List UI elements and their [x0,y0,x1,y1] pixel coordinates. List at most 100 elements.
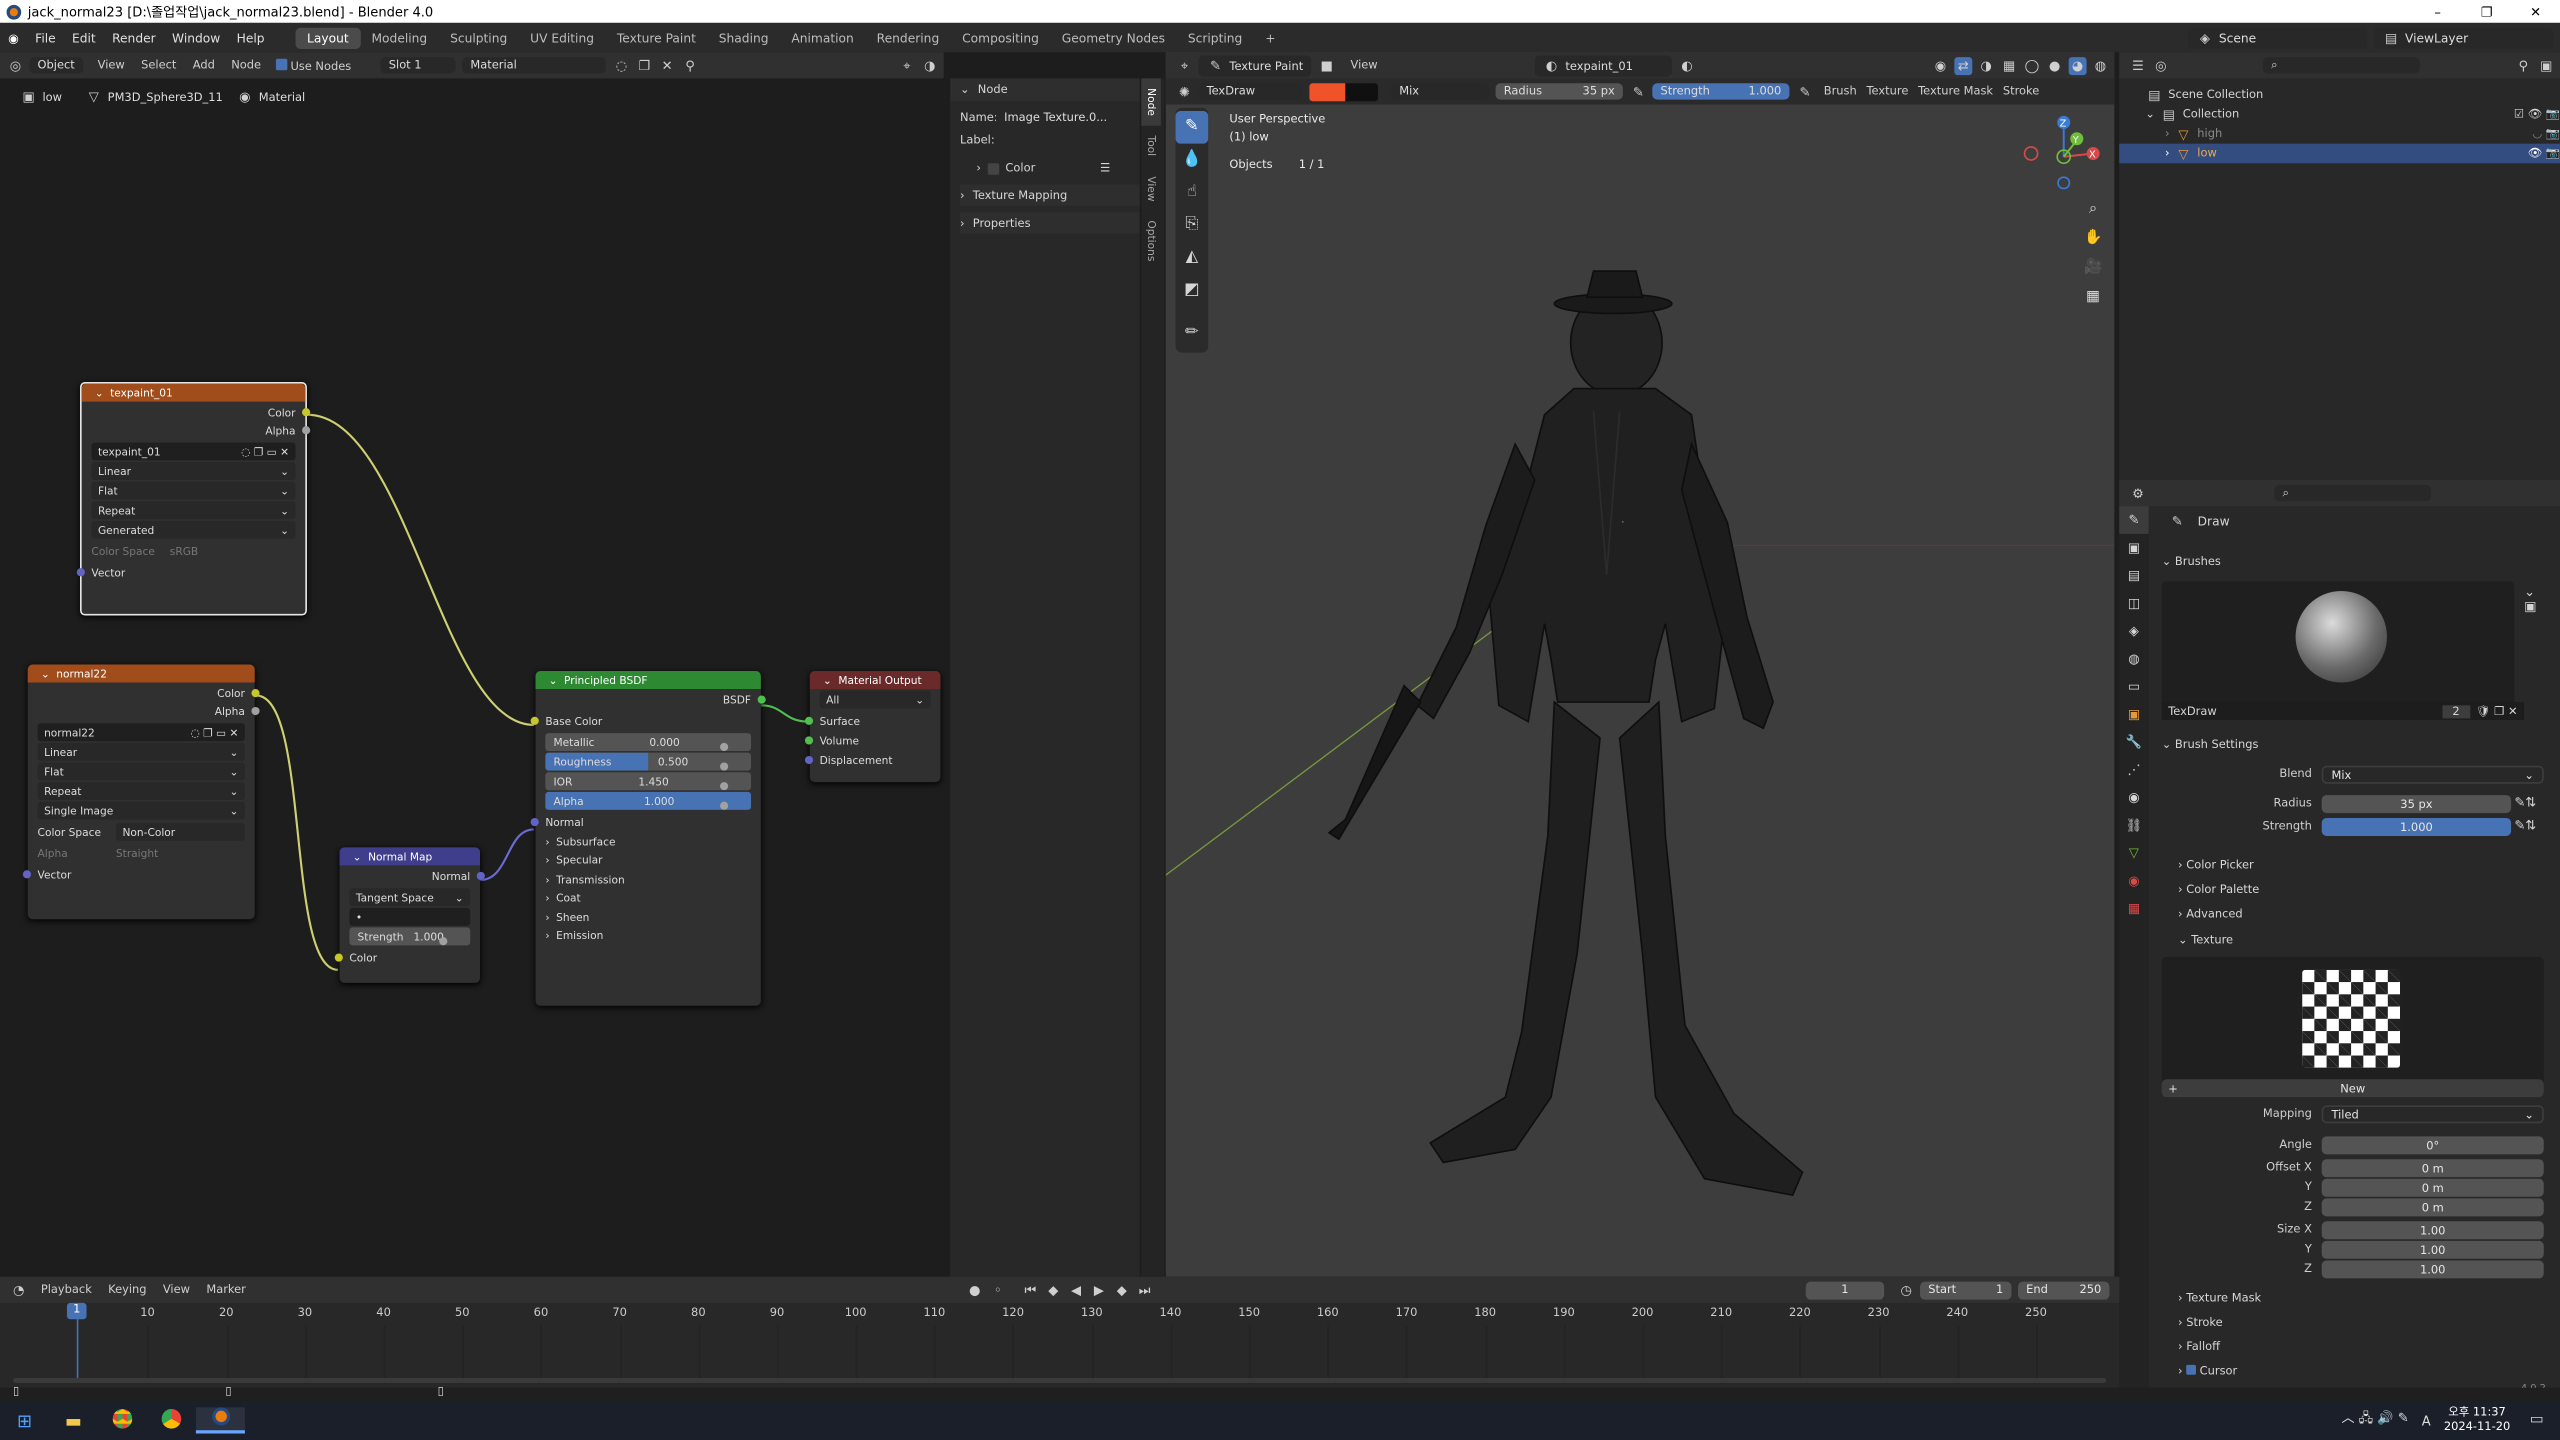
cursor-section[interactable]: › Cursor [2178,1364,2237,1378]
playhead[interactable]: 1 [66,1302,87,1320]
brushes-panel-header[interactable]: ⌄ Brushes [2162,555,2221,568]
outliner-item-high[interactable]: › ▽ high ◡ 📷 [2119,124,2560,144]
render-tab-icon[interactable]: ▣ [2119,534,2148,562]
offset-y-field[interactable]: 0 m [2321,1178,2544,1197]
jump-end-icon[interactable]: ⏭ [1136,1281,1154,1299]
texture-mapping-section[interactable]: › Texture Mapping [960,184,1140,206]
display-mode-icon[interactable]: ◎ [2152,56,2170,74]
menu-edit[interactable]: Edit [64,30,104,45]
socket-alpha[interactable] [302,426,311,435]
editor-type-icon[interactable]: ☰ [2129,56,2147,74]
visibility-icon[interactable]: ◡ 📷 [2532,127,2560,140]
falloff-section[interactable]: › Falloff [2178,1340,2220,1353]
menu-marker[interactable]: Marker [198,1283,254,1296]
texture-section[interactable]: ⌄ Texture [2178,934,2233,947]
principled-bsdf-node[interactable]: ⌄ Principled BSDF BSDF Base Color Metalli… [530,671,766,1006]
socket-normal[interactable] [476,871,485,881]
normal-map-node[interactable]: ⌄ Normal Map Normal Tangent Space ⌄ • Stre… [334,847,485,983]
viewlayer-selector[interactable]: ▤ ViewLayer [2373,26,2554,49]
scene-tab-icon[interactable]: ◈ [2119,617,2148,645]
space-dropdown[interactable]: Tangent Space ⌄ [349,888,471,907]
notification-icon[interactable]: ▭ [2530,1412,2544,1428]
node-name-field[interactable]: Image Texture.0... [995,109,1121,126]
minimize-button[interactable]: – [2413,4,2462,19]
chrome-profile-icon[interactable] [147,1408,196,1432]
socket-bsdf[interactable] [757,695,766,704]
chrome-icon[interactable] [98,1408,147,1432]
outliner-search-input[interactable]: ⌕ [2262,57,2420,74]
pan-hand-icon[interactable]: ✋ [2082,224,2105,253]
menu-keying[interactable]: Keying [100,1283,155,1296]
tab-layout[interactable]: Layout [295,26,361,49]
socket-color[interactable] [251,688,260,698]
uv-map-field[interactable]: • [349,907,471,926]
blend-dropdown[interactable]: Mix ⌄ [2321,765,2544,784]
zoom-icon[interactable]: ⌕ [2082,194,2105,223]
record-icon[interactable]: ● [966,1281,984,1299]
source-dropdown[interactable]: Generated ⌄ [91,520,296,539]
bsdf-panel-sheen[interactable]: › Sheen [536,908,761,927]
texture-preview[interactable] [2161,956,2544,1088]
editor-type-icon[interactable]: ◔ [10,1281,28,1299]
system-tray-icons[interactable]: ︿ 🖧 🔊 ✎ [2341,1409,2408,1432]
socket-color[interactable] [302,408,311,417]
tab-animation[interactable]: Animation [780,27,865,48]
socket-surface[interactable] [804,716,814,725]
offset-z-field[interactable]: 0 m [2321,1198,2544,1217]
ime-indicator[interactable]: A [2422,1413,2431,1428]
node-header[interactable]: ⌄ Material Output [809,671,941,689]
bsdf-field-roughness[interactable]: Roughness 0.500 [545,752,752,771]
image-texture-node-normal22[interactable]: ⌄ normal22 Color Alpha normal22 ◌ ❐ ▭ ✕ Li… [22,664,260,920]
timeline-scrollbar[interactable] [13,1377,2107,1383]
blender-taskbar-icon[interactable] [195,1407,245,1434]
node-header[interactable]: ⌄ normal22 [27,664,255,683]
angle-field[interactable]: 0° [2321,1136,2544,1155]
projection-dropdown[interactable]: Flat ⌄ [91,481,296,500]
3d-viewport[interactable]: ⌖ ✎ Texture Paint ■ View ◐ texpaint_01 ◐ ◉… [1165,52,2115,1277]
tool-tab-icon[interactable]: ✎ [2119,506,2149,534]
socket-base-color[interactable] [530,716,539,725]
bsdf-panel-transmission[interactable]: › Transmission [536,870,761,889]
preview-range-icon[interactable]: ◷ [1897,1281,1915,1299]
current-frame-field[interactable]: 1 [1805,1280,1885,1299]
socket-color-in[interactable] [334,953,343,962]
start-menu-icon[interactable]: ⊞ [0,1410,49,1431]
add-workspace-icon[interactable]: + [1254,27,1287,48]
interpolation-dropdown[interactable]: Linear ⌄ [37,742,245,761]
tab-view[interactable]: View [1141,166,1161,211]
radius-pressure-icon[interactable]: ✎⇅ [2514,795,2536,810]
texture-mask-section[interactable]: › Texture Mask [2178,1291,2261,1304]
socket-displacement[interactable] [804,755,814,765]
extension-dropdown[interactable]: Repeat ⌄ [37,782,245,801]
node-panel-header[interactable]: ⌄ Node [950,78,1140,102]
socket-normal-in[interactable] [530,817,539,827]
filter-icon[interactable]: ⚲ [2514,56,2532,74]
bsdf-panel-emission[interactable]: › Emission [536,927,761,946]
mapping-dropdown[interactable]: Tiled ⌄ [2321,1105,2544,1124]
image-actions-icon[interactable]: ◌ ❐ ▭ ✕ [241,445,289,458]
tab-sculpting[interactable]: Sculpting [439,27,519,48]
image-texture-node-texpaint[interactable]: ⌄ texpaint_01 Color Alpha texpaint_01 ◌ ❐ … [76,382,311,616]
camera-icon[interactable]: 🎥 [2082,253,2105,282]
source-dropdown[interactable]: Single Image ⌄ [37,801,245,820]
socket-alpha[interactable] [251,706,260,716]
bsdf-panel-specular[interactable]: › Specular [536,851,761,870]
prev-keyframe-icon[interactable]: ◆ [1044,1281,1062,1299]
brush-datablock[interactable]: TexDraw 2 🛡 ❐ ✕ [2161,702,2525,721]
size-z-field[interactable]: 1.00 [2321,1260,2544,1279]
tab-uv-editing[interactable]: UV Editing [519,27,606,48]
outliner-item-low[interactable]: › ▽ low 👁 📷 [2119,143,2560,164]
tab-geometry-nodes[interactable]: Geometry Nodes [1050,27,1176,48]
color-picker-section[interactable]: › Color Picker [2178,859,2254,872]
properties-search-input[interactable]: ⌕ [2274,484,2432,502]
size-x-field[interactable]: 1.00 [2321,1221,2544,1240]
node-label-field[interactable] [995,132,1121,149]
blender-menu-icon[interactable]: ◉ [0,30,27,45]
end-frame-field[interactable]: End 250 [2018,1280,2110,1299]
start-frame-field[interactable]: Start 1 [1920,1280,2012,1299]
menu-playback[interactable]: Playback [33,1283,100,1296]
offset-x-field[interactable]: 0 m [2321,1159,2544,1178]
tab-node[interactable]: Node [1141,78,1161,126]
brush-preview[interactable] [2161,581,2515,716]
tab-shading[interactable]: Shading [707,27,780,48]
